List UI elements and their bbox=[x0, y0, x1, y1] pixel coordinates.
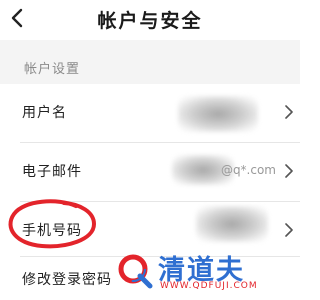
highlight-circle bbox=[8, 199, 97, 249]
chevron-right-icon bbox=[285, 164, 293, 178]
chevron-right-icon bbox=[285, 223, 293, 237]
row-username[interactable]: 用户名 bbox=[0, 84, 300, 142]
email-value: @q*.com bbox=[220, 163, 276, 177]
row-label: 用户名 bbox=[22, 105, 67, 121]
watermark-url: WWW.QDFUJI.COM bbox=[160, 281, 258, 291]
page-title: 帐户与安全 bbox=[97, 10, 203, 32]
section-header: 帐户设置 bbox=[0, 40, 300, 84]
blurred-phone bbox=[196, 206, 268, 242]
blurred-username bbox=[178, 96, 258, 132]
top-bar: 帐户与安全 bbox=[0, 0, 300, 40]
section-label: 帐户设置 bbox=[24, 62, 81, 77]
watermark-logo-icon bbox=[118, 254, 153, 289]
row-label: 电子邮件 bbox=[22, 164, 82, 180]
row-label: 修改登录密码 bbox=[22, 272, 112, 288]
row-email[interactable]: 电子邮件 @q*.com bbox=[0, 143, 300, 201]
chevron-right-icon bbox=[285, 105, 293, 119]
watermark: 清道夫 WWW.QDFUJI.COM bbox=[108, 246, 296, 298]
